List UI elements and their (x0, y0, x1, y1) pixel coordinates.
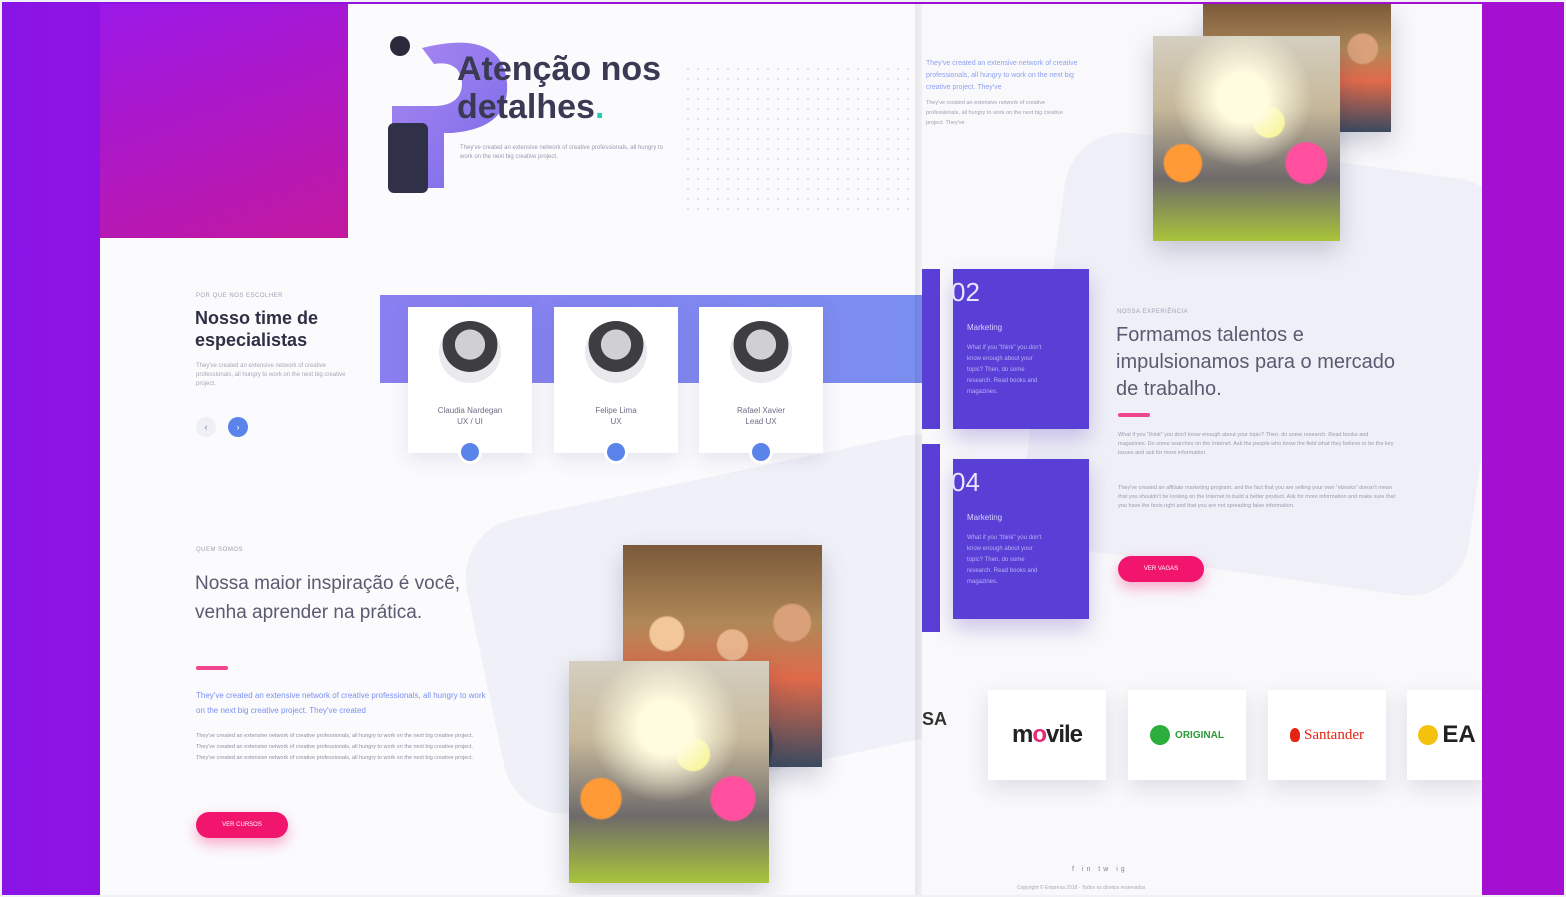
partner-logo-card[interactable]: Santander (1268, 690, 1386, 780)
right-top-body-text: They've created an extensive network of … (926, 100, 1063, 126)
social-link-icon[interactable] (607, 443, 625, 461)
carousel-next-button[interactable]: › (228, 417, 248, 437)
experience-body-2: They've created an affiliate marketing p… (1118, 485, 1396, 509)
team-section-description: They've created an extensive network of … (196, 363, 346, 387)
view-courses-button[interactable]: VER CURSOS (196, 812, 288, 838)
original-logo: ORIGINAL (1150, 725, 1224, 745)
hero-title-line1: Atenção nos (457, 50, 662, 88)
inspiration-body: They've created an extensive network of … (196, 733, 474, 761)
inspiration-title: Nossa maior inspiração é você, venha apr… (195, 573, 461, 623)
step-title: Marketing (967, 323, 1003, 332)
carousel-prev-button[interactable]: ‹ (196, 417, 216, 437)
accent-bar (196, 666, 228, 670)
footer-social-icons[interactable]: f in tw ig (1072, 866, 1128, 873)
ea-logo-text: EA (1442, 721, 1476, 748)
step-number: 04 (951, 467, 980, 497)
santander-flame-icon (1290, 728, 1300, 742)
team-member-card[interactable]: Claudia Nardegan UX / UI (408, 307, 532, 461)
original-emblem-icon (1150, 725, 1171, 745)
dot-grid-pattern (683, 64, 913, 214)
avatar (439, 321, 501, 383)
partner-logo-card[interactable]: ORIGINAL (1128, 690, 1246, 780)
step-card: 04 Marketing What if you "think" you don… (951, 459, 1089, 619)
team-section-label: POR QUE NOS ESCOLHER (196, 293, 284, 299)
team-member-role: UX / UI (457, 417, 483, 426)
step-title: Marketing (967, 513, 1003, 522)
step-body: What if you "think" you don't know enoug… (967, 535, 1042, 585)
step-card-edge (922, 269, 940, 429)
santander-logo-text: Santander (1304, 726, 1364, 743)
hero-gradient-block (100, 4, 348, 238)
view-jobs-button[interactable]: VER VAGAS (1118, 556, 1204, 582)
team-carousel-nav: ‹ › (196, 417, 248, 437)
hero-description: They've created an extensive network of … (460, 145, 663, 160)
partner-logo-card[interactable]: EA (1407, 690, 1482, 780)
right-top-highlight-text: They've created an extensive network of … (926, 60, 1078, 91)
team-member-card[interactable]: Felipe Lima UX (554, 307, 678, 461)
inspiration-section-label: QUEM SOMOS (196, 547, 244, 553)
sticky-notes-photo (1153, 36, 1340, 241)
santander-logo: Santander (1290, 727, 1364, 744)
hero-title-line2: detalhes (457, 88, 595, 126)
experience-title: Formamos talentos e impulsionamos para o… (1116, 324, 1396, 400)
partner-logo-card[interactable]: movile (988, 690, 1106, 780)
step-card-edge (922, 444, 940, 632)
avatar (730, 321, 792, 383)
accent-bar (1118, 413, 1150, 417)
inspiration-highlight-text: They've created an extensive network of … (196, 691, 486, 715)
step-number: 02 (951, 277, 980, 307)
original-logo-text: ORIGINAL (1175, 729, 1224, 741)
team-section-title: Nosso time de especialistas (195, 308, 319, 350)
chevron-right-icon: › (236, 422, 240, 432)
step-card: 02 Marketing What if you "think" you don… (951, 269, 1089, 429)
team-member-card[interactable]: Rafael Xavier Lead UX (699, 307, 823, 461)
avatar (585, 321, 647, 383)
movile-logo: movile (1011, 721, 1083, 748)
page-left: Atenção nos detalhes. They've created an… (100, 4, 922, 895)
team-member-name: Rafael Xavier (736, 406, 786, 415)
hero-title-dot: . (594, 88, 605, 126)
team-member-role: UX (610, 417, 622, 426)
footer-copyright: Copyright © Empresa 2018 - Todos os dire… (1017, 885, 1146, 891)
ea-logo: EA (1418, 721, 1476, 749)
team-member-role: Lead UX (745, 417, 777, 426)
experience-section-label: NOSSA EXPERIÊNCIA (1117, 309, 1189, 315)
team-member-name: Claudia Nardegan (437, 406, 503, 415)
page-right: They've created an extensive network of … (922, 4, 1482, 895)
ea-emblem-icon (1418, 725, 1439, 745)
partner-logo-partial: SA (922, 709, 948, 729)
social-link-icon[interactable] (752, 443, 770, 461)
experience-body-1: What if you "think" you don't know enoug… (1118, 432, 1394, 456)
team-member-name: Felipe Lima (595, 406, 637, 415)
step-body: What if you "think" you don't know enoug… (967, 345, 1042, 395)
sticky-notes-photo (569, 661, 769, 883)
chevron-left-icon: ‹ (204, 422, 208, 432)
social-link-icon[interactable] (461, 443, 479, 461)
